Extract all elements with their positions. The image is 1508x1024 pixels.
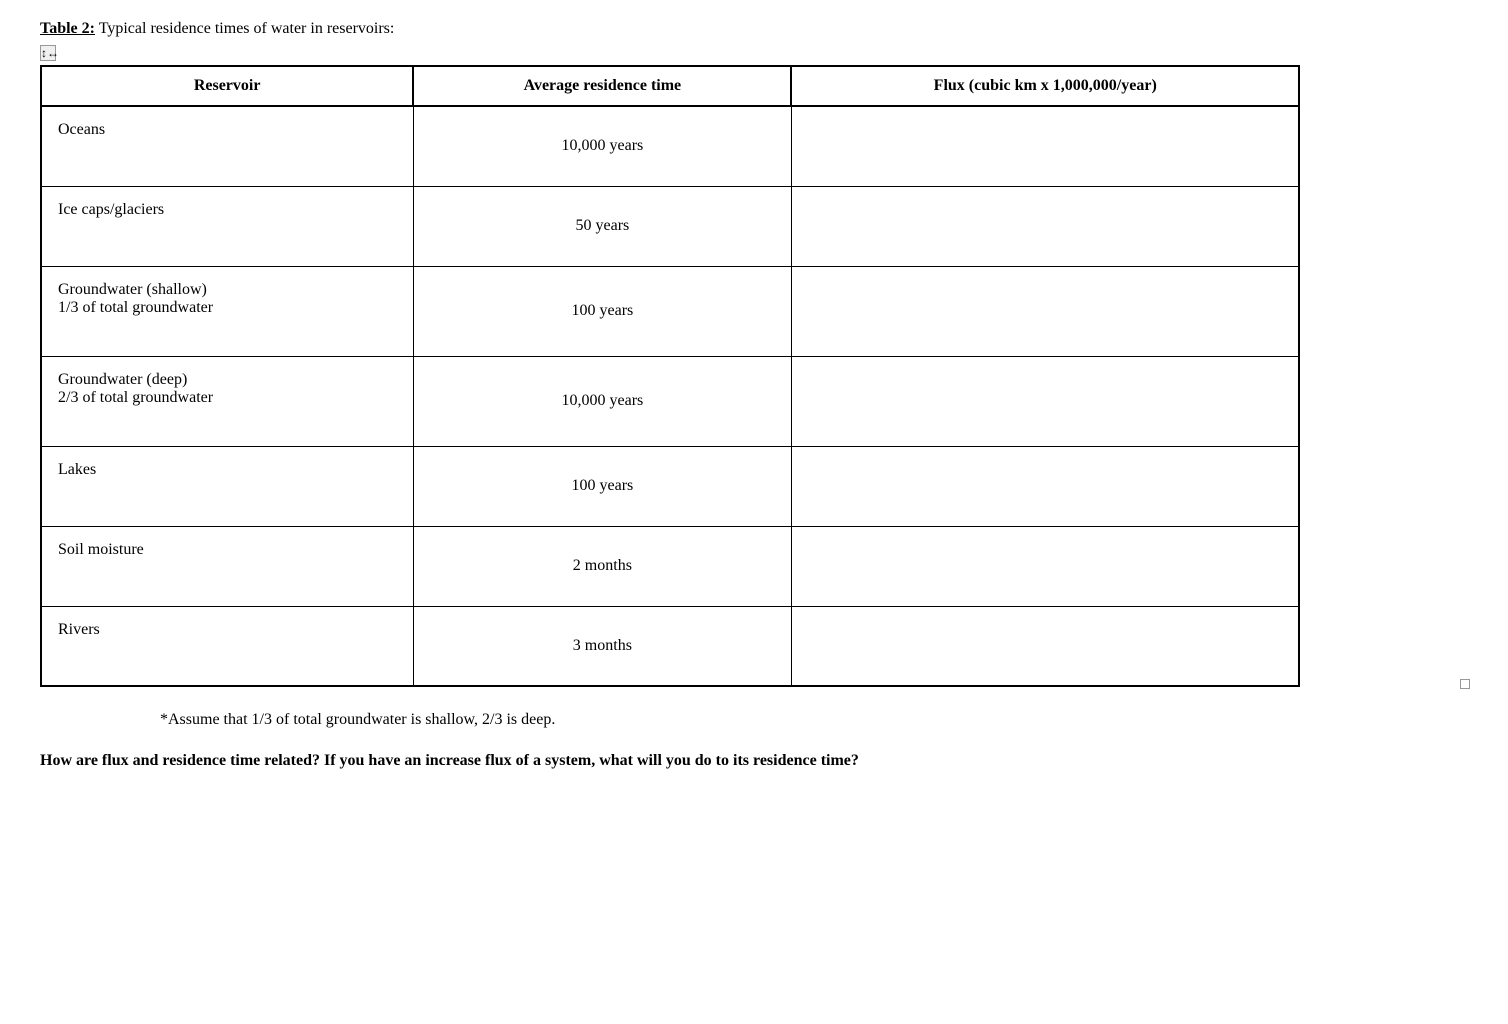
time-cell-5: 2 months (413, 526, 791, 606)
time-cell-0: 10,000 years (413, 106, 791, 186)
reservoir-cell-0: Oceans (41, 106, 413, 186)
time-cell-4: 100 years (413, 446, 791, 526)
table-container: Reservoir Average residence time Flux (c… (40, 65, 1468, 687)
flux-cell-5 (791, 526, 1299, 606)
table-row: Groundwater (deep) 2/3 of total groundwa… (41, 356, 1299, 446)
table-resize-corner[interactable] (1460, 679, 1470, 689)
flux-cell-1 (791, 186, 1299, 266)
table-row: Groundwater (shallow) 1/3 of total groun… (41, 266, 1299, 356)
table-row: Rivers3 months (41, 606, 1299, 686)
reservoir-cell-6: Rivers (41, 606, 413, 686)
table-row: Oceans10,000 years (41, 106, 1299, 186)
table-title: Table 2: Typical residence times of wate… (40, 20, 1468, 38)
col-header-reservoir: Reservoir (41, 66, 413, 106)
discussion-question: How are flux and residence time related?… (40, 749, 1300, 773)
residence-times-table: Reservoir Average residence time Flux (c… (40, 65, 1300, 687)
table-row: Ice caps/glaciers50 years (41, 186, 1299, 266)
table-title-bold: Table 2: (40, 20, 95, 37)
reservoir-cell-3: Groundwater (deep) 2/3 of total groundwa… (41, 356, 413, 446)
flux-cell-0 (791, 106, 1299, 186)
flux-cell-6 (791, 606, 1299, 686)
table-row: Soil moisture2 months (41, 526, 1299, 606)
reservoir-cell-2: Groundwater (shallow) 1/3 of total groun… (41, 266, 413, 356)
table-title-normal: Typical residence times of water in rese… (95, 20, 394, 37)
reservoir-cell-5: Soil moisture (41, 526, 413, 606)
flux-cell-3 (791, 356, 1299, 446)
reservoir-cell-1: Ice caps/glaciers (41, 186, 413, 266)
col-header-flux: Flux (cubic km x 1,000,000/year) (791, 66, 1299, 106)
col-header-time: Average residence time (413, 66, 791, 106)
time-cell-1: 50 years (413, 186, 791, 266)
reservoir-cell-4: Lakes (41, 446, 413, 526)
time-cell-2: 100 years (413, 266, 791, 356)
table-row: Lakes100 years (41, 446, 1299, 526)
flux-cell-4 (791, 446, 1299, 526)
table-resize-handle[interactable]: ↕↔ (40, 45, 56, 61)
time-cell-3: 10,000 years (413, 356, 791, 446)
flux-cell-2 (791, 266, 1299, 356)
table-note: *Assume that 1/3 of total groundwater is… (160, 711, 1468, 729)
time-cell-6: 3 months (413, 606, 791, 686)
